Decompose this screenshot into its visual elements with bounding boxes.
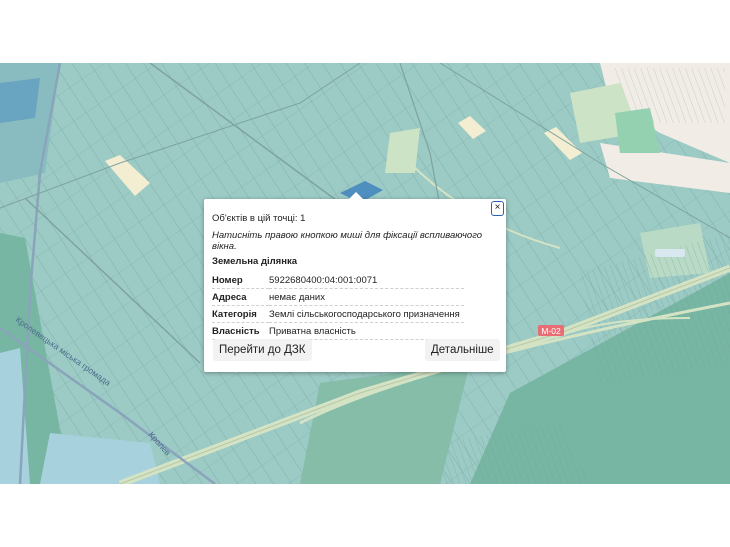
row-key: Категорія: [212, 305, 269, 323]
row-value: 5922680400:04:001:0071: [269, 272, 464, 289]
go-to-dzk-button[interactable]: Перейти до ДЗК: [213, 339, 312, 361]
table-row: Адреса немає даних: [212, 288, 464, 306]
row-value: Землі сільськогосподарського призначення: [269, 305, 464, 323]
row-value: Приватна власність: [269, 322, 464, 340]
table-row: Власність Приватна власність: [212, 322, 464, 340]
table-row: Номер 5922680400:04:001:0071: [212, 272, 464, 289]
popup-hint: Натисніть правою кнопкою миші для фіксац…: [212, 230, 483, 252]
close-button[interactable]: ×: [491, 201, 504, 216]
row-key: Власність: [212, 322, 269, 340]
road-label: М-02: [541, 326, 561, 336]
table-row: Категорія Землі сільськогосподарського п…: [212, 305, 464, 323]
row-key: Номер: [212, 272, 269, 289]
parcel-popup: × Об'єктів в цій точці: 1 Натисніть прав…: [204, 192, 506, 372]
row-key: Адреса: [212, 288, 269, 306]
row-value: немає даних: [269, 288, 464, 306]
details-button[interactable]: Детальніше: [425, 339, 500, 361]
objects-count: Об'єктів в цій точці: 1: [212, 213, 306, 224]
parcel-info-table: Номер 5922680400:04:001:0071 Адреса нема…: [212, 272, 464, 340]
section-title: Земельна ділянка: [212, 256, 297, 267]
